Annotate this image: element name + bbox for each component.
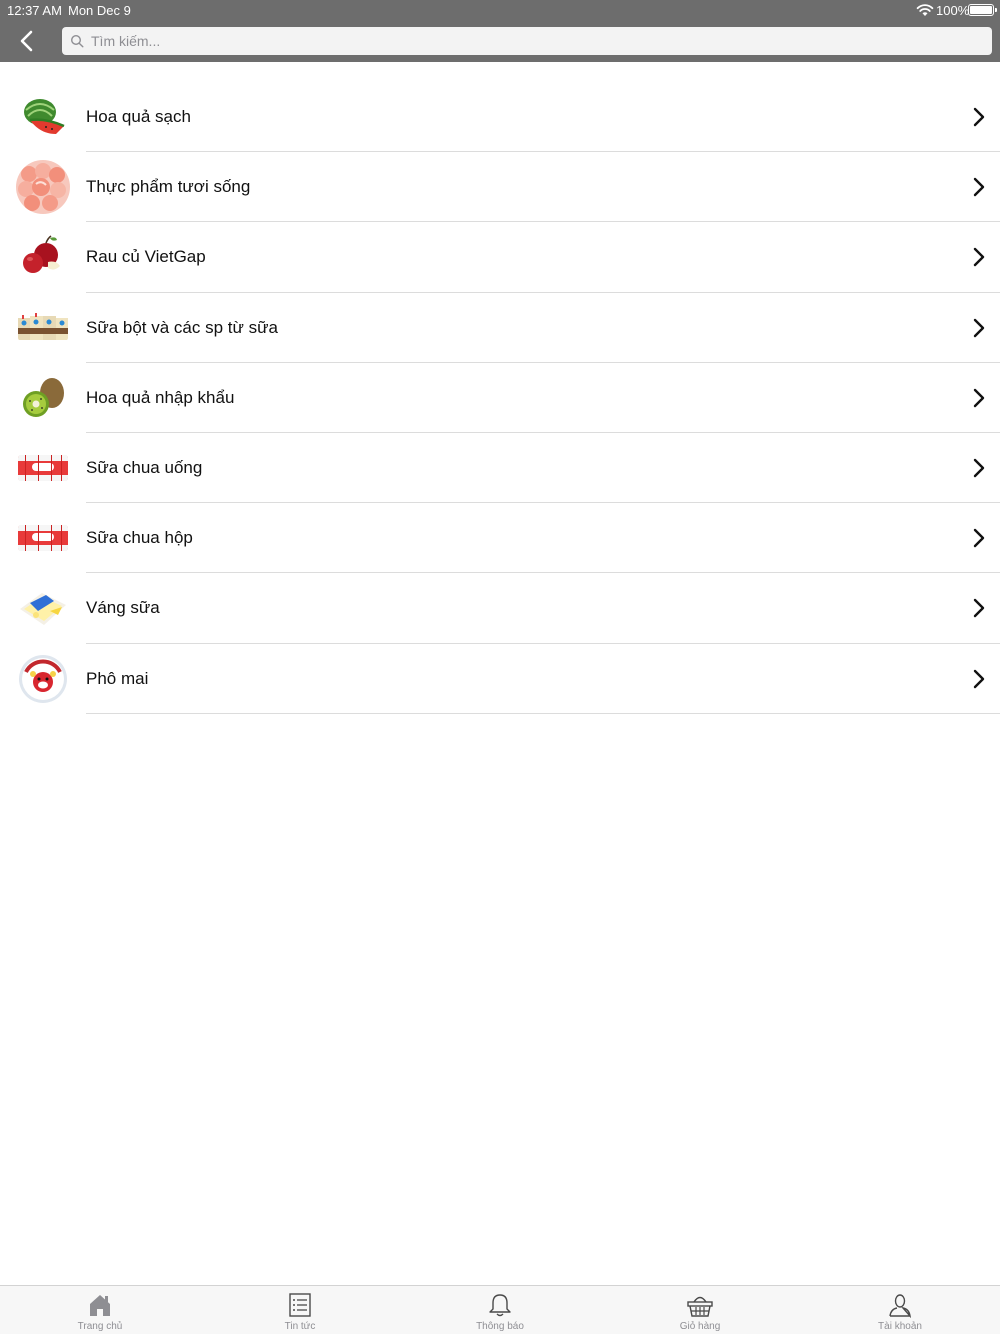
apple-thumbnail [16, 230, 70, 285]
chevron-right-icon [973, 669, 985, 688]
status-bar: 12:37 AM Mon Dec 9 100% [0, 0, 1000, 22]
bell-icon [489, 1294, 511, 1317]
tab-label: Tin tức [284, 1321, 316, 1332]
chevron-right-icon [973, 599, 985, 618]
basket-icon [687, 1296, 713, 1317]
category-row-vang-sua[interactable]: Váng sữa [0, 573, 1000, 644]
status-date: Mon Dec 9 [68, 3, 131, 18]
category-label: Phô mai [86, 668, 149, 688]
tab-label: Trang chủ [77, 1321, 123, 1332]
category-row-hoa-qua-nhap-khau[interactable]: Hoa quả nhập khẩu [0, 363, 1000, 433]
category-list: Hoa quả sạch Thực phẩm tươi sống Rau củ … [0, 82, 1000, 714]
tab-tin-tuc[interactable]: Tin tức [200, 1286, 400, 1334]
cheese-thumbnail [16, 651, 70, 706]
battery-percentage: 100% [936, 3, 970, 18]
watermelon-thumbnail [16, 90, 70, 144]
tab-thong-bao[interactable]: Thông báo [400, 1286, 600, 1334]
tab-label: Tài khoản [878, 1321, 922, 1332]
category-label: Hoa quả sạch [86, 107, 191, 126]
category-label: Rau củ VietGap [86, 247, 206, 267]
row-separator [86, 712, 1000, 714]
category-label: Váng sữa [86, 598, 160, 618]
tab-gio-hang[interactable]: Giỏ hàng [600, 1286, 800, 1334]
kiwi-thumbnail [16, 370, 70, 425]
home-icon [90, 1295, 110, 1316]
tab-label: Thông báo [476, 1321, 524, 1332]
category-row-hoa-qua-sach[interactable]: Hoa quả sạch [0, 82, 1000, 153]
yogurt-cups-thumbnail [16, 511, 70, 566]
navigation-bar: 12:37 AM Mon Dec 9 100% [0, 0, 1000, 62]
category-row-sua-bot[interactable]: Sữa bột và các sp từ sữa [0, 293, 1000, 363]
milk-cartons-thumbnail [16, 300, 70, 355]
category-label: Sữa chua uống [86, 457, 203, 477]
category-label: Hoa quả nhập khẩu [86, 387, 235, 407]
category-label: Sữa bột và các sp từ sữa [86, 317, 278, 337]
category-row-rau-cu-vietgap[interactable]: Rau củ VietGap [0, 222, 1000, 293]
category-row-sua-chua-uong[interactable]: Sữa chua uống [0, 433, 1000, 504]
chevron-right-icon [973, 388, 985, 407]
category-label: Sữa chua hộp [86, 528, 193, 548]
status-time: 12:37 AM [7, 3, 62, 18]
yogurt-drink-thumbnail [16, 440, 70, 495]
chevron-right-icon [973, 528, 985, 548]
chevron-left-icon [20, 30, 33, 52]
chevron-right-icon [973, 458, 985, 478]
user-icon [889, 1294, 911, 1318]
tab-trang-chu[interactable]: Trang chủ [0, 1286, 200, 1334]
search-icon [70, 34, 84, 48]
bottom-tab-bar: Trang chủ Tin tức Thông báo Giỏ hàng Tài… [0, 1285, 1000, 1334]
category-row-thuc-pham-tuoi-song[interactable]: Thực phẩm tươi sống [0, 152, 1000, 223]
category-label: Thực phẩm tươi sống [86, 177, 251, 197]
tab-label: Giỏ hàng [679, 1321, 721, 1332]
news-list-icon [289, 1293, 311, 1317]
search-bar[interactable] [62, 27, 992, 55]
shrimp-thumbnail [16, 160, 70, 215]
category-row-pho-mai[interactable]: Phô mai [0, 644, 1000, 714]
chevron-right-icon [973, 318, 985, 337]
tab-tai-khoan[interactable]: Tài khoản [800, 1286, 1000, 1334]
search-input[interactable] [91, 33, 971, 49]
back-button[interactable] [12, 26, 42, 56]
chevron-right-icon [973, 107, 985, 127]
wifi-icon [916, 4, 934, 16]
chevron-right-icon [973, 248, 985, 267]
category-row-sua-chua-hop[interactable]: Sữa chua hộp [0, 503, 1000, 574]
battery-icon [968, 4, 997, 16]
chevron-right-icon [973, 177, 985, 197]
cream-dessert-thumbnail [16, 581, 70, 636]
